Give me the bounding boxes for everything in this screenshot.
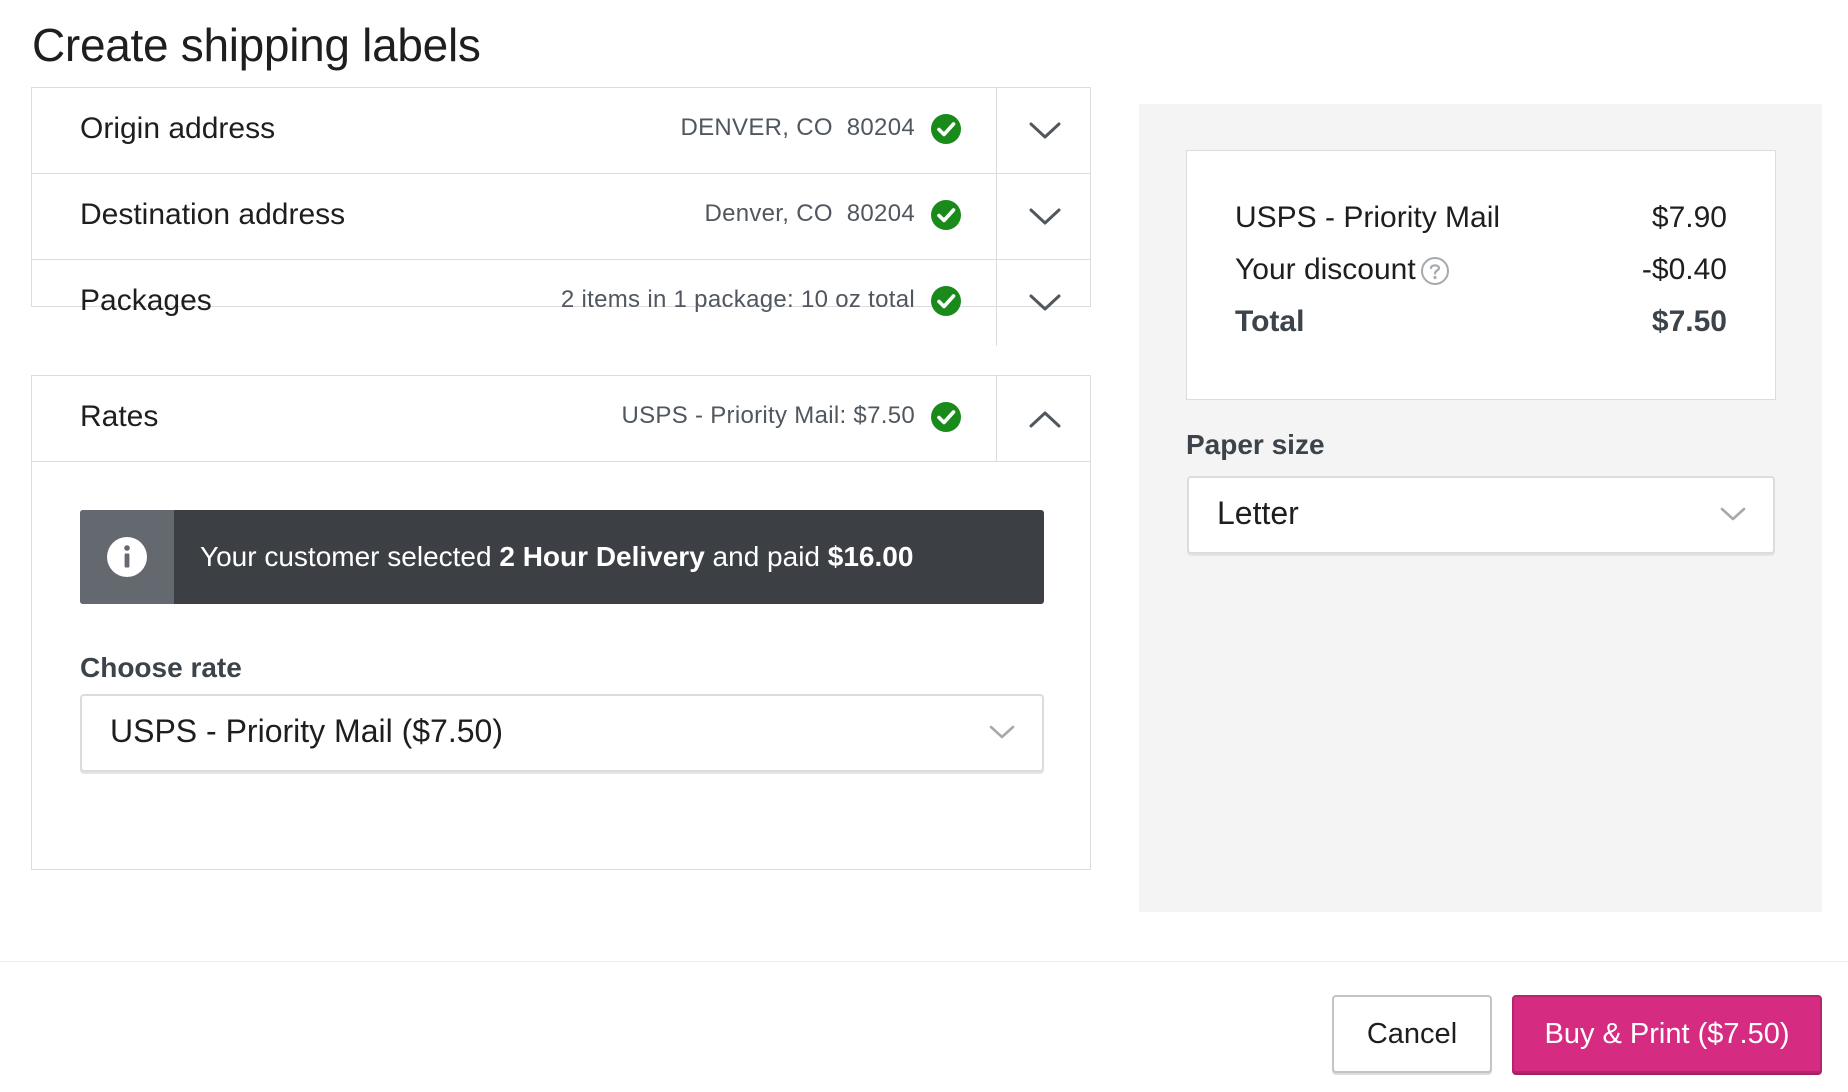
chevron-down-icon xyxy=(1029,208,1060,224)
chevron-down-icon xyxy=(1720,507,1746,521)
notice-middle: and paid xyxy=(704,541,828,572)
price-summary: USPS - Priority Mail $7.90 Your discount… xyxy=(1186,150,1776,400)
summary-row-total: Total $7.50 xyxy=(1235,305,1727,339)
step-rates: Rates USPS - Priority Mail: $7.50 Your c… xyxy=(31,375,1091,870)
summary-total-label: Total xyxy=(1235,305,1305,338)
step-title: Packages xyxy=(80,284,212,317)
chevron-down-icon xyxy=(1029,122,1060,138)
purchase-sidebar: USPS - Priority Mail $7.90 Your discount… xyxy=(1139,104,1822,912)
step-summary: USPS - Priority Mail: $7.50 xyxy=(621,402,915,429)
paper-size-value: Letter xyxy=(1217,495,1299,531)
customer-selection-notice: Your customer selected 2 Hour Delivery a… xyxy=(80,510,1044,604)
summary-label: USPS - Priority Mail xyxy=(1235,201,1501,234)
summary-total-amount: $7.50 xyxy=(1651,305,1727,338)
notice-prefix: Your customer selected xyxy=(200,541,500,572)
paper-size-label: Paper size xyxy=(1186,429,1325,460)
rate-select-value: USPS - Priority Mail ($7.50) xyxy=(110,713,503,749)
check-circle-icon xyxy=(931,200,961,230)
step-title: Rates xyxy=(80,400,159,433)
paper-size-select[interactable]: Letter xyxy=(1187,476,1775,554)
notice-text: Your customer selected 2 Hour Delivery a… xyxy=(174,541,913,573)
rate-select[interactable]: USPS - Priority Mail ($7.50) xyxy=(80,694,1044,772)
step-summary: DENVER, CO 80204 xyxy=(680,114,915,141)
summary-label: Your discount xyxy=(1235,253,1416,286)
step-title: Destination address xyxy=(80,198,346,231)
help-icon[interactable] xyxy=(1420,256,1450,286)
summary-row-rate: USPS - Priority Mail $7.90 xyxy=(1235,201,1727,235)
step-destination-address[interactable]: Destination address Denver, CO 80204 xyxy=(32,174,1090,260)
summary-amount: -$0.40 xyxy=(1641,253,1727,286)
notice-icon-box xyxy=(80,510,174,604)
check-circle-icon xyxy=(931,286,961,316)
buy-and-print-button[interactable]: Buy & Print ($7.50) xyxy=(1512,995,1822,1073)
rates-body: Your customer selected 2 Hour Delivery a… xyxy=(32,462,1090,870)
steps-group: Origin address DENVER, CO 80204 Destinat… xyxy=(31,87,1091,346)
chevron-down-icon xyxy=(989,725,1015,739)
summary-amount: $7.90 xyxy=(1651,201,1727,234)
notice-service: 2 Hour Delivery xyxy=(499,541,705,572)
check-circle-icon xyxy=(931,402,961,432)
info-icon xyxy=(107,537,147,577)
chevron-down-icon xyxy=(1029,294,1060,311)
dialog-title: Create shipping labels xyxy=(32,19,481,71)
cancel-button[interactable]: Cancel xyxy=(1332,995,1492,1073)
step-summary: Denver, CO 80204 xyxy=(704,200,915,227)
check-circle-icon xyxy=(931,114,961,144)
step-summary: 2 items in 1 package: 10 oz total xyxy=(560,286,915,313)
expand-packages-toggle[interactable] xyxy=(996,260,1092,346)
chevron-up-icon xyxy=(1029,411,1060,427)
choose-rate-label: Choose rate xyxy=(80,652,242,683)
footer-divider xyxy=(0,961,1848,962)
step-packages[interactable]: Packages 2 items in 1 package: 10 oz tot… xyxy=(32,260,1090,346)
expand-origin-toggle[interactable] xyxy=(996,88,1092,173)
summary-row-discount: Your discount -$0.40 xyxy=(1235,253,1727,287)
expand-destination-toggle[interactable] xyxy=(996,174,1092,259)
collapse-rates-toggle[interactable] xyxy=(996,376,1092,461)
notice-amount: $16.00 xyxy=(827,541,914,572)
step-rates-header[interactable]: Rates USPS - Priority Mail: $7.50 xyxy=(32,376,1090,462)
step-origin-address[interactable]: Origin address DENVER, CO 80204 xyxy=(32,88,1090,174)
step-title: Origin address xyxy=(80,112,276,145)
